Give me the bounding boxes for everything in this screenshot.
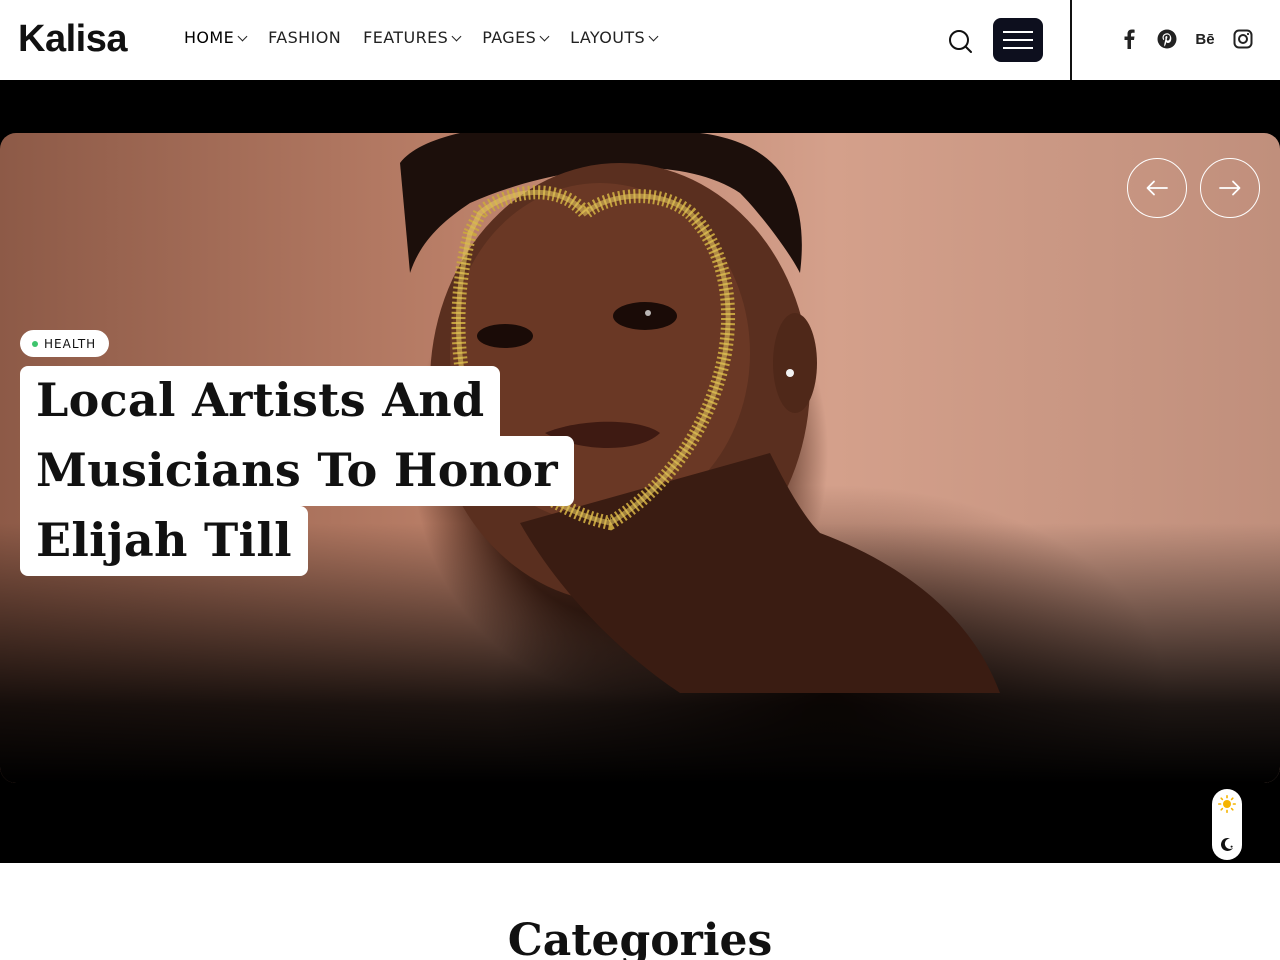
nav-item-features[interactable]: FEATURES xyxy=(363,28,462,47)
arrow-right-icon xyxy=(1219,180,1241,196)
light-mode-button[interactable] xyxy=(1215,792,1239,816)
behance-link[interactable]: Bē xyxy=(1194,28,1216,50)
nav-item-label: PAGES xyxy=(482,28,537,47)
nav-item-fashion[interactable]: FASHION xyxy=(268,28,341,47)
pinterest-icon xyxy=(1157,29,1177,49)
category-badge[interactable]: HEALTH xyxy=(20,330,110,357)
site-header: Kalisa HOME FASHION FEATURES PAGES LAYOU… xyxy=(0,0,1280,80)
facebook-icon xyxy=(1124,29,1135,49)
moon-icon xyxy=(1221,838,1233,852)
chevron-down-icon xyxy=(648,31,659,41)
social-links: Bē xyxy=(1118,28,1254,50)
header-divider xyxy=(1070,0,1072,80)
categories-heading: Categories xyxy=(507,915,773,960)
slider-prev-button[interactable] xyxy=(1127,158,1187,218)
main-nav: HOME FASHION FEATURES PAGES LAYOUTS xyxy=(184,28,679,47)
nav-item-home[interactable]: HOME xyxy=(184,28,248,47)
nav-item-pages[interactable]: PAGES xyxy=(482,28,550,47)
sun-icon xyxy=(1218,795,1236,813)
category-label: HEALTH xyxy=(44,336,97,351)
nav-item-label: LAYOUTS xyxy=(570,28,646,47)
instagram-icon xyxy=(1233,29,1253,49)
chevron-down-icon xyxy=(237,31,248,41)
hero-headline: Local Artists And Musicians To Honor Eli… xyxy=(20,366,574,576)
search-icon xyxy=(949,30,972,53)
headline-line[interactable]: Local Artists And xyxy=(20,366,501,436)
arrow-left-icon xyxy=(1146,180,1168,196)
nav-item-label: FASHION xyxy=(268,28,342,47)
nav-item-layouts[interactable]: LAYOUTS xyxy=(570,28,659,47)
chevron-down-icon xyxy=(451,31,462,41)
hamburger-menu-icon xyxy=(1003,31,1033,33)
category-dot xyxy=(32,340,38,347)
nav-item-label: HOME xyxy=(184,28,235,47)
chevron-down-icon xyxy=(539,31,550,41)
dark-mode-button[interactable] xyxy=(1215,832,1239,856)
behance-icon: Bē xyxy=(1195,30,1215,48)
facebook-link[interactable] xyxy=(1118,28,1140,50)
slider-next-button[interactable] xyxy=(1200,158,1260,218)
nav-item-label: FEATURES xyxy=(363,28,449,47)
hamburger-menu-button[interactable] xyxy=(993,18,1043,62)
theme-toggle[interactable] xyxy=(1212,789,1242,860)
hero-slide[interactable]: HEALTH Local Artists And Musicians To Ho… xyxy=(0,133,1280,783)
site-logo[interactable]: Kalisa xyxy=(18,18,127,61)
headline-line[interactable]: Musicians To Honor xyxy=(20,436,574,506)
pinterest-link[interactable] xyxy=(1156,28,1178,50)
hero-section: HEALTH Local Artists And Musicians To Ho… xyxy=(0,80,1280,863)
instagram-link[interactable] xyxy=(1232,28,1254,50)
headline-line[interactable]: Elijah Till xyxy=(20,506,308,576)
search-button[interactable] xyxy=(946,27,974,55)
